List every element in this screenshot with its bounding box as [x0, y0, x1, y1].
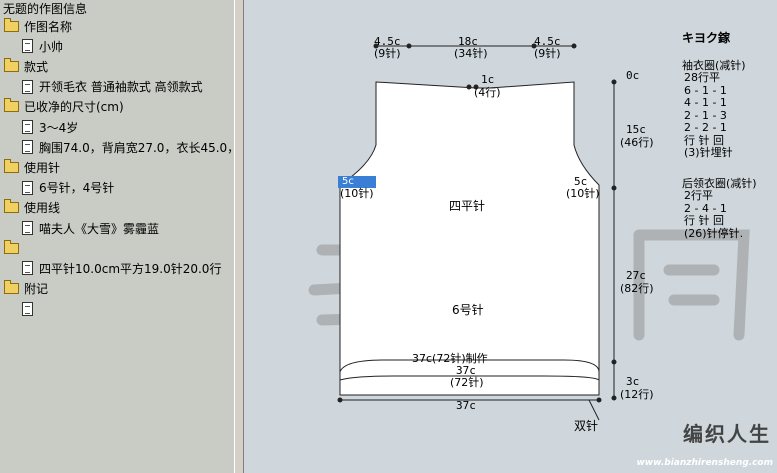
document-icon [22, 79, 33, 94]
folder-icon [4, 239, 19, 254]
folder-icon [4, 57, 19, 72]
tree-node-label: 款式 [24, 59, 49, 74]
body-needle-size: 6号针 [452, 303, 484, 317]
tree-folder-node[interactable]: 使用线 [4, 199, 60, 217]
tree-folder-node[interactable]: 作图名称 [4, 17, 72, 35]
side-body-rows: (82行) [620, 282, 654, 295]
body-stitch-pattern: 四平针 [449, 199, 486, 213]
folder-icon [4, 158, 19, 173]
tree-folder-node[interactable]: 使用针 [4, 158, 60, 176]
pattern-drawing-canvas[interactable]: 4.5c (9针) 18c (34针) 4.5c (9针) 1c (4行) 5c… [244, 0, 777, 473]
tree-node-label: 附记 [24, 282, 49, 297]
armhole-right-stitches: (10针) [566, 187, 600, 200]
rib-needle-label: 双针 [574, 419, 599, 433]
tree-folder-node[interactable]: 附记 [4, 280, 48, 298]
tree-doc-node[interactable]: 喵夫人《大雪》雾霾蓝 [22, 219, 159, 237]
folder-icon [4, 280, 19, 295]
folder-icon [4, 17, 19, 32]
side-armhole-rows: (46行) [620, 136, 654, 149]
document-icon [22, 140, 33, 155]
tree-node-label: 开领毛衣 普通袖款式 高领款式 [39, 80, 203, 95]
armhole-left-stitches: (10针) [340, 187, 374, 200]
note-line: 6 - 1 - 1 [684, 83, 727, 97]
document-icon [22, 301, 33, 316]
note-line: 2行平 [684, 189, 713, 202]
tree-node-label: 使用线 [24, 201, 61, 216]
side-zero: 0c [626, 69, 640, 82]
note-line: 2 - 2 - 1 [684, 121, 727, 134]
tree-node-label: 四平针10.0cm平方19.0针20.0行 [39, 261, 222, 276]
side-rib-length: 3c [626, 375, 640, 388]
rib-stitches: (72针) [450, 376, 484, 389]
document-icon [22, 221, 33, 235]
folder-icon [4, 199, 19, 214]
document-icon [22, 261, 33, 276]
note-line: 行 针 回 [684, 133, 724, 147]
tree-node-label: 已收净的尺寸(cm) [24, 100, 124, 115]
tree-doc-node[interactable]: 四平针10.0cm平方19.0针20.0行 [22, 259, 221, 277]
bottom-width: 37c [456, 399, 476, 412]
note-line: 行 针 回 [684, 214, 724, 227]
side-rib-rows: (12行) [620, 388, 654, 401]
note-line: 4 - 1 - 1 [684, 96, 727, 109]
sweater-body-outline [339, 81, 600, 396]
info-tree-panel: 无题的作图信息 作图名称小帅款式开领毛衣 普通袖款式 高领款式已收净的尺寸(cm… [0, 0, 234, 473]
tree-doc-node[interactable]: 胸围74.0，背肩宽27.0，衣长45.0， [22, 138, 234, 156]
tree-node-label: 喵夫人《大雪》雾霾蓝 [39, 221, 160, 236]
side-armhole-length: 15c [626, 123, 646, 136]
folder-icon [4, 98, 19, 113]
tree-doc-node[interactable] [22, 300, 39, 318]
side-dimension-line [611, 79, 617, 401]
side-body-length: 27c [626, 269, 646, 282]
tree-node-label: 作图名称 [24, 19, 73, 34]
top-left-stitches: (9针) [374, 47, 401, 60]
document-icon [22, 39, 33, 54]
note-line: 2 - 1 - 3 [684, 108, 727, 122]
note-line: (26)针停针. [684, 226, 744, 240]
tree-folder-node[interactable]: 已收净的尺寸(cm) [4, 98, 124, 116]
note-line: 2 - 4 - 1 [684, 201, 727, 215]
brand-site: www.bianzhirensheng.com [636, 458, 773, 468]
watermark-char-4 [633, 229, 750, 341]
tree-doc-node[interactable]: 6号针，4号针 [22, 179, 114, 197]
tree-title: 无题的作图信息 [3, 2, 88, 16]
tree-doc-node[interactable]: 开领毛衣 普通袖款式 高领款式 [22, 78, 203, 96]
document-icon [22, 180, 33, 195]
tree-node-label: 3～4岁 [39, 120, 79, 135]
brand-watermark: 编织人生 [683, 422, 771, 446]
neck-depth: 1c [481, 73, 495, 86]
tree-folder-node[interactable]: 款式 [4, 57, 48, 75]
note-line: (3)针埋针 [684, 146, 733, 159]
neck-rows: (4行) [474, 86, 501, 99]
tree-node-label: 使用针 [24, 160, 61, 175]
notes-heading: キヨク鎵 [682, 31, 731, 45]
top-mid-stitches: (34针) [454, 47, 488, 60]
tree-doc-node[interactable]: 3～4岁 [22, 118, 78, 136]
pattern-app-window: 无题的作图信息 作图名称小帅款式开领毛衣 普通袖款式 高领款式已收净的尺寸(cm… [0, 0, 777, 473]
top-right-stitches: (9针) [534, 47, 561, 60]
tree-node-label: 6号针，4号针 [39, 181, 115, 196]
panel-splitter[interactable] [234, 0, 244, 473]
tree-folder-node[interactable] [4, 239, 24, 257]
note-line: 28行平 [684, 71, 720, 84]
cast-on-label: 37c(72针)制作 [412, 352, 488, 365]
document-icon [22, 120, 33, 134]
tree-node-label: 小帅 [39, 39, 64, 54]
tree-doc-node[interactable]: 小帅 [22, 37, 63, 55]
tree-node-label: 胸围74.0，背肩宽27.0，衣长45.0， [39, 140, 234, 155]
